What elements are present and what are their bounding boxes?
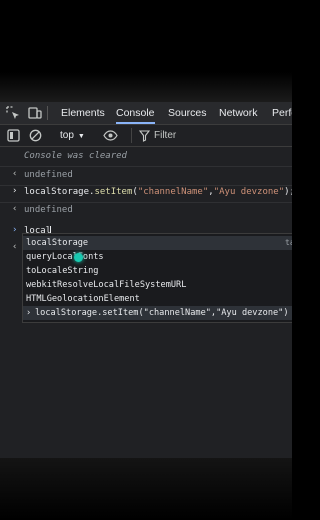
console-toolbar: top ▼ Filter (0, 125, 292, 147)
autocomplete-item[interactable]: queryLocalFonts (23, 250, 292, 264)
autocomplete-item[interactable]: toLocaleString (23, 264, 292, 278)
context-label: top (60, 130, 74, 141)
autocomplete-item[interactable]: HTMLGeolocationElement (23, 292, 292, 306)
eye-icon[interactable] (103, 129, 118, 143)
chevron-right-icon: › (12, 225, 18, 235)
tab-sources[interactable]: Sources (168, 102, 207, 124)
log-message: Console was cleared (0, 147, 292, 167)
result-value: undefined (24, 205, 73, 215)
result-row: ‹ undefined (0, 201, 292, 221)
chevron-left-icon: ‹ (12, 169, 18, 179)
cmd-method: setItem (94, 187, 133, 197)
autocomplete-history-item[interactable]: › localStorage.setItem("channelName","Ay… (23, 306, 292, 320)
sidebar-toggle-icon[interactable] (7, 129, 21, 143)
filter-icon (138, 129, 153, 143)
tab-elements[interactable]: Elements (61, 102, 105, 124)
result-value: undefined (24, 170, 73, 180)
tab-performance[interactable]: Perfo (272, 102, 292, 124)
triangle-down-icon: ▼ (77, 133, 85, 140)
autocomplete-item[interactable]: webkitResolveLocalFileSystemURL (23, 278, 292, 292)
autocomplete-item-label: toLocaleString (26, 266, 99, 276)
device-toolbar-icon[interactable] (28, 106, 42, 120)
video-top-fade (0, 72, 292, 102)
console-cleared-text: Console was cleared (24, 151, 127, 161)
command-row: › localStorage.setItem("channelName","Ay… (0, 183, 292, 203)
cmd-close: ); (284, 187, 292, 197)
autocomplete-item-label: localStorage.setItem("channelName","Ayu … (35, 308, 289, 318)
cmd-arg-key: "channelName" (137, 187, 209, 197)
context-selector[interactable]: top ▼ (60, 125, 85, 146)
autocomplete-dropdown: localStorage ta queryLocalFonts toLocale… (22, 233, 292, 323)
autocomplete-item-label: HTMLGeolocationElement (26, 294, 140, 304)
touch-cursor-icon (74, 253, 83, 262)
autocomplete-item[interactable]: localStorage ta (23, 236, 292, 250)
cmd-arg-value: "Ayu devzone" (213, 187, 285, 197)
tab-divider (47, 106, 48, 120)
tab-console[interactable]: Console (116, 102, 155, 124)
filter-placeholder: Filter (154, 130, 177, 141)
chevron-left-icon: ‹ (12, 204, 18, 214)
inspect-element-icon[interactable] (6, 106, 20, 120)
autocomplete-item-label: webkitResolveLocalFileSystemURL (26, 280, 187, 290)
command-text[interactable]: localStorage.setItem("channelName","Ayu … (24, 187, 292, 197)
autocomplete-hint: ta (285, 238, 292, 247)
filter-input[interactable]: Filter (131, 128, 292, 143)
video-top-bar (0, 0, 292, 72)
tab-network[interactable]: Network (219, 102, 258, 124)
cmd-object: localStorage. (24, 187, 95, 197)
devtools-tab-bar: Elements Console Sources Network Perfo (0, 102, 292, 125)
clear-console-icon[interactable] (29, 129, 43, 143)
chevron-right-icon: › (26, 308, 32, 318)
autocomplete-item-label: queryLocalFonts (26, 252, 104, 262)
chevron-right-icon: › (12, 186, 18, 196)
chevron-left-icon: ‹ (12, 242, 18, 252)
devtools-panel: Elements Console Sources Network Perfo t… (0, 102, 292, 458)
video-bottom-fade (0, 458, 292, 520)
autocomplete-item-label: localStorage (26, 238, 89, 248)
